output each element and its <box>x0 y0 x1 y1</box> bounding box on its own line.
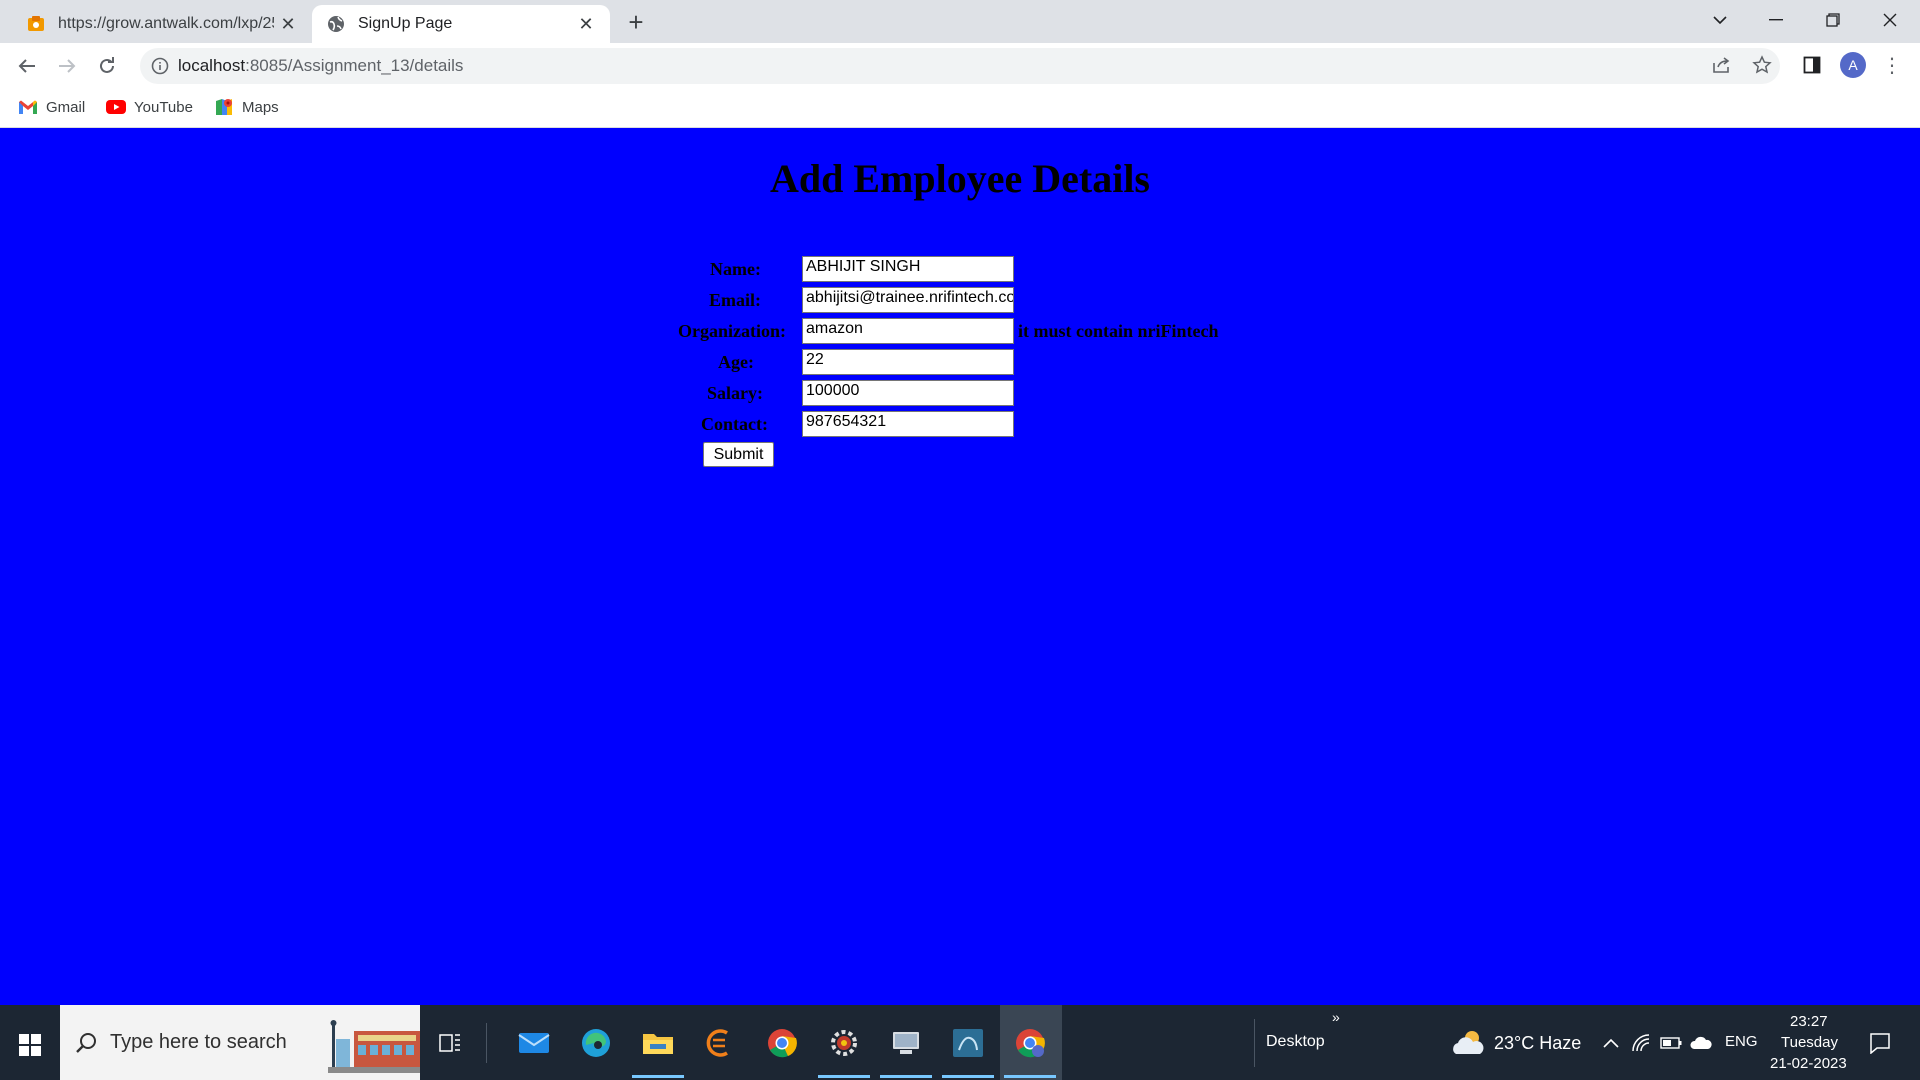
taskbar-divider <box>1254 1019 1255 1067</box>
age-input[interactable]: 22 <box>802 349 1014 375</box>
running-app-indicator <box>1004 1075 1056 1078</box>
organization-label: Organization: <box>678 321 786 341</box>
bookmark-maps[interactable]: Maps <box>214 94 279 120</box>
show-hidden-icons-chevron-icon[interactable] <box>1600 1033 1622 1053</box>
email-input[interactable]: abhijitsi@trainee.nrifintech.com <box>802 287 1014 313</box>
edge-browser-icon[interactable] <box>574 1021 618 1065</box>
clock-time: 23:27 <box>1790 1013 1828 1030</box>
bookmarks-bar: Gmail YouTube Maps <box>0 88 1920 128</box>
globe-icon <box>326 14 346 34</box>
age-label: Age: <box>718 352 754 372</box>
close-icon[interactable]: ✕ <box>572 10 600 38</box>
file-explorer-icon[interactable] <box>636 1021 680 1065</box>
salary-input[interactable]: 100000 <box>802 380 1014 406</box>
weather-cloud-icon[interactable] <box>1450 1025 1486 1061</box>
profile-avatar[interactable]: A <box>1840 52 1866 78</box>
back-arrow-icon[interactable] <box>12 51 42 81</box>
tab-antwalk[interactable]: https://grow.antwalk.com/lxp/25 ✕ <box>12 5 312 43</box>
task-view-icon[interactable] <box>428 1021 472 1065</box>
url-host: localhost <box>178 56 246 75</box>
page-content: Add Employee Details Name: ABHIJIT SINGH… <box>0 129 1920 1005</box>
gmail-icon <box>18 97 38 117</box>
browser-toolbar: localhost:8085/Assignment_13/details A ⋮ <box>0 43 1920 88</box>
more-menu-icon[interactable]: ⋮ <box>1880 51 1904 79</box>
window-close-icon[interactable] <box>1870 4 1910 36</box>
mail-app-icon[interactable] <box>512 1021 556 1065</box>
reload-icon[interactable] <box>92 51 122 81</box>
mysql-workbench-icon[interactable] <box>946 1021 990 1065</box>
settings-gear-app-icon[interactable] <box>822 1021 866 1065</box>
running-app-indicator <box>632 1075 684 1078</box>
minimize-icon[interactable] <box>1756 4 1796 36</box>
toolbar-overflow-chevron[interactable]: » <box>1332 1009 1340 1025</box>
close-icon[interactable]: ✕ <box>274 10 302 38</box>
email-label: Email: <box>709 290 761 310</box>
site-info-icon[interactable] <box>150 56 170 76</box>
youtube-icon <box>106 97 126 117</box>
bookmark-label: YouTube <box>134 98 193 116</box>
windows-taskbar: Type here to search » Desktop 23°C Haze … <box>0 1005 1920 1080</box>
organization-input[interactable]: amazon <box>802 318 1014 344</box>
new-tab-button[interactable]: + <box>622 8 650 36</box>
language-indicator[interactable]: ENG <box>1725 1033 1758 1050</box>
antwalk-favicon-icon <box>26 14 46 34</box>
tab-signup-page[interactable]: SignUp Page ✕ <box>312 5 610 43</box>
chrome-active-icon[interactable] <box>1008 1021 1052 1065</box>
windows-start-icon[interactable] <box>12 1027 48 1063</box>
browser-tab-strip: https://grow.antwalk.com/lxp/25 ✕ SignUp… <box>0 0 1920 43</box>
bookmark-star-icon[interactable] <box>1748 51 1776 79</box>
clock[interactable]: 23:27 Tuesday 21-02-2023 <box>1770 1013 1850 1075</box>
bookmark-label: Maps <box>242 98 279 116</box>
chrome-icon[interactable] <box>760 1021 804 1065</box>
name-label: Name: <box>710 259 761 279</box>
onedrive-cloud-icon[interactable] <box>1690 1033 1712 1053</box>
eclipse-ide-icon[interactable] <box>698 1021 742 1065</box>
maps-icon <box>214 97 234 117</box>
remote-desktop-icon[interactable] <box>884 1021 928 1065</box>
url-path: :8085/Assignment_13/details <box>245 56 464 75</box>
organization-error-message: it must contain nriFintech <box>1018 321 1219 341</box>
bookmark-label: Gmail <box>46 98 86 116</box>
share-icon[interactable] <box>1708 51 1736 79</box>
contact-label: Contact: <box>701 414 768 434</box>
submit-button[interactable]: Submit <box>703 442 774 467</box>
weather-text[interactable]: 23°C Haze <box>1494 1033 1581 1054</box>
clock-day: Tuesday <box>1781 1034 1838 1051</box>
address-bar[interactable]: localhost:8085/Assignment_13/details <box>140 48 1780 84</box>
search-placeholder: Type here to search <box>110 1031 287 1053</box>
tab-search-chevron-icon[interactable] <box>1700 4 1740 36</box>
url-text[interactable]: localhost:8085/Assignment_13/details <box>178 56 463 76</box>
bookmark-gmail[interactable]: Gmail <box>18 94 85 120</box>
forward-arrow-icon[interactable] <box>52 51 82 81</box>
battery-icon[interactable] <box>1660 1033 1682 1053</box>
taskbar-search-box[interactable]: Type here to search <box>60 1005 420 1080</box>
desktop-toolbar-label[interactable]: Desktop <box>1266 1033 1325 1051</box>
search-highlight-illustration-icon <box>328 1017 420 1073</box>
running-app-indicator <box>818 1075 870 1078</box>
running-app-indicator <box>942 1075 994 1078</box>
tab-title: SignUp Page <box>358 15 453 32</box>
bookmark-youtube[interactable]: YouTube <box>106 94 193 120</box>
notifications-icon[interactable] <box>1868 1031 1892 1055</box>
running-app-indicator <box>880 1075 932 1078</box>
search-icon <box>74 1031 98 1055</box>
restore-icon[interactable] <box>1813 4 1853 36</box>
page-title: Add Employee Details <box>770 156 1150 201</box>
tab-title: https://grow.antwalk.com/lxp/25 <box>58 15 274 32</box>
taskbar-divider <box>486 1023 487 1063</box>
contact-input[interactable]: 987654321 <box>802 411 1014 437</box>
wifi-icon[interactable] <box>1630 1033 1652 1053</box>
side-panel-icon[interactable] <box>1798 51 1826 79</box>
name-input[interactable]: ABHIJIT SINGH <box>802 256 1014 282</box>
salary-label: Salary: <box>707 383 763 403</box>
clock-date: 21-02-2023 <box>1770 1055 1847 1072</box>
